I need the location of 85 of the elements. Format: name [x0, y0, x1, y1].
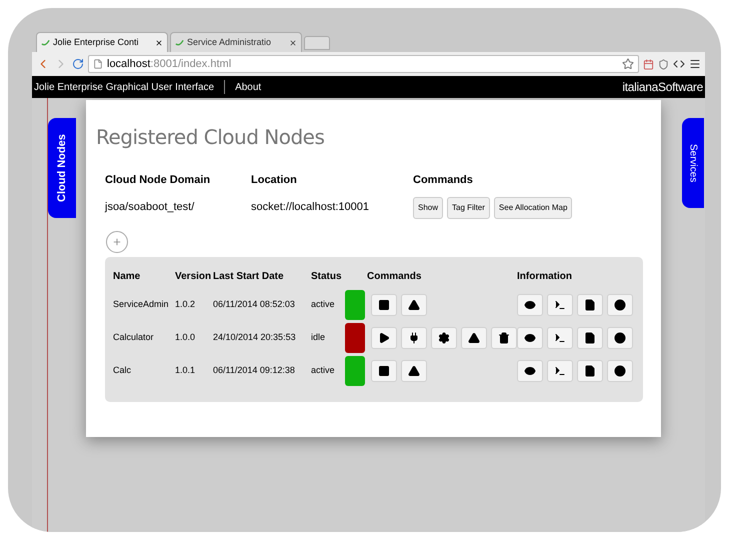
column-header: Version	[175, 270, 212, 284]
extension-icon	[643, 58, 654, 70]
close-icon	[289, 38, 297, 46]
table-cell-text: 06/11/2014 08:52:03	[213, 298, 296, 311]
table-cell-text: active	[311, 298, 336, 311]
command-button[interactable]	[491, 326, 517, 348]
browser-tab[interactable]: Jolie Enterprise Conti	[36, 32, 168, 52]
page-title: Registered Cloud Nodes	[96, 124, 326, 151]
column-header: Location	[251, 173, 298, 188]
stop-icon	[378, 298, 390, 310]
column-header: Name	[113, 270, 142, 284]
command-button[interactable]	[401, 294, 427, 316]
plug-icon	[408, 332, 420, 344]
reload-icon	[72, 58, 84, 70]
table-cell-text: idle	[311, 330, 326, 344]
document-button[interactable]	[577, 326, 603, 348]
document-icon	[584, 298, 596, 310]
document-icon	[584, 364, 596, 376]
command-button[interactable]	[461, 326, 487, 348]
view-button[interactable]	[517, 360, 543, 382]
terminal-button[interactable]	[547, 326, 573, 348]
terminal-button[interactable]	[547, 294, 573, 316]
logo-icon	[175, 38, 184, 46]
tab-label: Service Administratio	[187, 36, 272, 49]
warning-icon	[468, 332, 480, 344]
terminal-icon	[554, 298, 566, 310]
command-button[interactable]	[401, 360, 427, 382]
star-icon	[622, 58, 634, 70]
command-button[interactable]	[371, 326, 397, 348]
code-icon	[673, 58, 685, 70]
table-cell-text: jsoa/soaboot_test/	[105, 200, 196, 216]
table-cell-text: 24/10/2014 20:35:53	[213, 330, 297, 344]
command-button[interactable]: See Allocation Map	[494, 196, 572, 218]
info-button[interactable]	[607, 360, 633, 382]
column-header: Information	[517, 270, 573, 284]
column-header: Status	[311, 270, 343, 284]
play-icon	[378, 332, 390, 344]
document-button[interactable]	[577, 360, 603, 382]
table-cell-text: socket://localhost:10001	[251, 200, 370, 216]
tab-label: Jolie Enterprise Conti	[53, 36, 140, 49]
terminal-icon	[554, 332, 566, 344]
document-button[interactable]	[577, 294, 603, 316]
app-title[interactable]: Jolie Enterprise Graphical User Interface	[34, 80, 214, 94]
side-tab[interactable]: Services	[682, 118, 704, 208]
side-tab[interactable]: Cloud Nodes	[48, 118, 76, 218]
table-cell-text: active	[311, 364, 336, 377]
command-button[interactable]: Show	[413, 196, 444, 218]
browser-tab[interactable]: Service Administratio	[170, 32, 302, 52]
command-button[interactable]	[401, 326, 427, 348]
address-text: localhost:8001/index.html	[107, 56, 232, 72]
column-header: Commands	[413, 173, 474, 188]
logo-icon	[41, 38, 50, 46]
table-cell-text: Calculator	[113, 330, 155, 344]
view-button[interactable]	[517, 326, 543, 348]
plus-icon	[112, 236, 122, 246]
command-button[interactable]	[371, 294, 397, 316]
table-cell-text: 06/11/2014 09:12:38	[213, 364, 296, 377]
table-cell-text: ServiceAdmin	[113, 298, 170, 311]
command-button[interactable]	[431, 326, 457, 348]
column-header: Cloud Node Domain	[105, 173, 212, 188]
trash-icon	[498, 332, 510, 344]
table-cell-text: 1.0.1	[175, 364, 196, 377]
command-button[interactable]: Tag Filter	[447, 196, 490, 218]
nav-link[interactable]: About	[235, 80, 262, 94]
shield-icon	[658, 58, 669, 70]
warning-icon	[408, 298, 420, 310]
menu-icon	[689, 58, 701, 70]
stop-icon	[378, 364, 390, 376]
info-button[interactable]	[607, 294, 633, 316]
info-button[interactable]	[607, 326, 633, 348]
close-icon	[155, 38, 163, 46]
terminal-button[interactable]	[547, 360, 573, 382]
table-cell-text: 1.0.0	[175, 330, 196, 344]
table-cell-text: 1.0.2	[175, 298, 196, 311]
brand-logo: italianaSoftware	[622, 79, 703, 96]
document-icon	[584, 332, 596, 344]
warning-icon	[408, 364, 420, 376]
page-icon	[93, 59, 103, 69]
address-field[interactable]: localhost:8001/index.html	[88, 55, 639, 73]
table-cell-text: Calc	[113, 364, 132, 377]
column-header: Commands	[367, 270, 422, 284]
column-header: Last Start Date	[213, 270, 285, 284]
terminal-icon	[554, 364, 566, 376]
command-button[interactable]	[371, 360, 397, 382]
view-button[interactable]	[517, 294, 543, 316]
